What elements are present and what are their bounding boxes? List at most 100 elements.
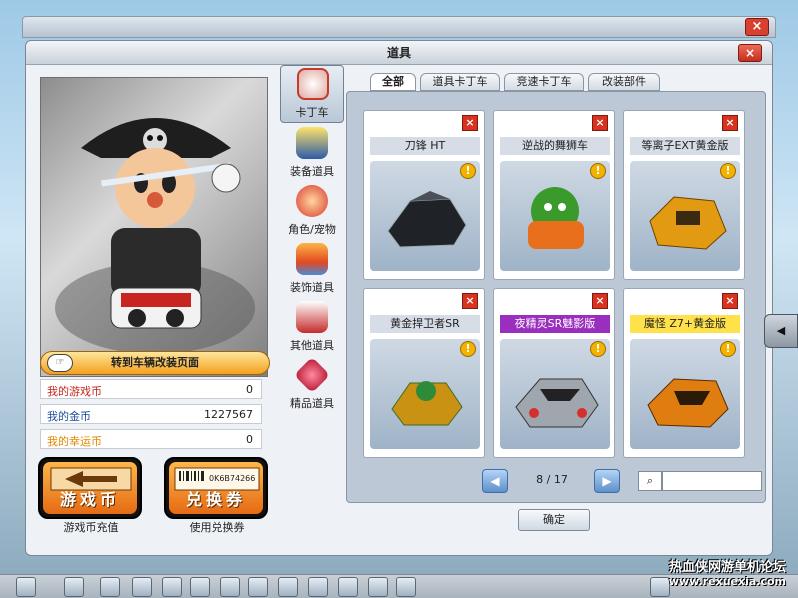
tab-item-kart[interactable]: 道具卡丁车 <box>420 73 500 91</box>
stat-label: 我的幸运币 <box>47 435 102 448</box>
category-label: 卡丁车 <box>295 106 329 119</box>
game-coin-recharge-button[interactable]: 游戏币 <box>38 457 142 519</box>
tab-all[interactable]: 全部 <box>370 73 416 91</box>
stat-gold-coin: 我的金币 1227567 <box>40 404 262 424</box>
tab-modify-parts[interactable]: 改装部件 <box>588 73 660 91</box>
flower-icon[interactable] <box>248 577 268 597</box>
stat-lucky-coin: 我的幸运币 0 <box>40 429 262 449</box>
window-close-button[interactable]: × <box>738 44 762 62</box>
kart-icon <box>297 68 329 100</box>
goto-modify-button[interactable]: ☞ 转到车辆改装页面 <box>40 351 270 375</box>
kart-night-elf-icon: ! <box>500 339 610 449</box>
item-card[interactable]: × 逆战的舞狮车 ! <box>493 110 615 280</box>
voucher-button[interactable]: 0K6B74266 兑换券 <box>164 457 268 519</box>
stat-value: 1227567 <box>204 408 253 421</box>
kart-lion-dance-icon: ! <box>500 161 610 271</box>
remove-item-button[interactable]: × <box>462 115 478 131</box>
settings-icon[interactable] <box>396 577 416 597</box>
start-icon[interactable] <box>16 577 36 597</box>
category-label: 装备道具 <box>290 165 334 178</box>
search-input[interactable] <box>662 471 762 491</box>
stat-game-coin: 我的游戏币 0 <box>40 379 262 399</box>
category-label: 其他道具 <box>290 339 334 352</box>
stat-label: 我的游戏币 <box>47 385 102 398</box>
category-equipment[interactable]: 装备道具 <box>280 125 344 183</box>
watermark-title: 热血侠网游单机论坛 <box>668 560 786 575</box>
kart-blade-ht-icon: ! <box>370 161 480 271</box>
gift-icon <box>296 301 328 333</box>
info-icon[interactable]: ! <box>720 163 736 179</box>
voucher-code: 0K6B74266 <box>209 474 256 483</box>
mail-icon[interactable] <box>278 577 298 597</box>
next-page-button[interactable]: ▶ <box>594 469 620 493</box>
kart-monster-gold-icon: ! <box>630 339 740 449</box>
item-card[interactable]: × 黄金捍卫者SR ! <box>363 288 485 458</box>
item-card[interactable]: × 夜精灵SR魅影版 ! <box>493 288 615 458</box>
page-indicator: 8 / 17 <box>536 473 568 486</box>
item-name: 黄金捍卫者SR <box>370 315 480 333</box>
remove-item-button[interactable]: × <box>722 115 738 131</box>
remove-item-button[interactable]: × <box>462 293 478 309</box>
item-card[interactable]: × 刀锋 HT ! <box>363 110 485 280</box>
info-icon[interactable]: ! <box>590 163 606 179</box>
stat-value: 0 <box>246 433 253 446</box>
home-icon[interactable] <box>132 577 152 597</box>
back-icon[interactable] <box>64 577 84 597</box>
camera-icon[interactable] <box>100 577 120 597</box>
ok-button[interactable]: 确定 <box>518 509 590 531</box>
goto-modify-label: 转到车辆改装页面 <box>111 356 199 369</box>
side-collapse-button[interactable]: ◀ <box>764 314 798 348</box>
tab-racing-kart[interactable]: 竞速卡丁车 <box>504 73 584 91</box>
chat-icon[interactable] <box>308 577 328 597</box>
category-kart[interactable]: 卡丁车 <box>280 65 344 123</box>
category-label: 精品道具 <box>290 397 334 410</box>
wrench-icon[interactable] <box>162 577 182 597</box>
search-icon[interactable]: ⌕ <box>638 471 662 491</box>
prev-page-button[interactable]: ◀ <box>482 469 508 493</box>
gem-icon <box>293 356 331 394</box>
remove-item-button[interactable]: × <box>592 293 608 309</box>
pet-icon <box>296 185 328 217</box>
items-panel: × 刀锋 HT ! × 逆战的舞狮车 ! × 等离子EXT黄金版 ! × 黄金捍… <box>346 91 766 503</box>
info-icon[interactable]: ! <box>460 341 476 357</box>
category-label: 装饰道具 <box>290 281 334 294</box>
pointing-hand-icon: ☞ <box>47 354 73 372</box>
decoration-icon <box>296 243 328 275</box>
category-decoration[interactable]: 装饰道具 <box>280 241 344 299</box>
battle-icon[interactable] <box>338 577 358 597</box>
card-icon[interactable] <box>190 577 210 597</box>
items-window: 道具 × ☞ 转到车辆改装页面 我的游戏币 0 我的金币 1227567 我的幸… <box>25 40 773 556</box>
list-icon[interactable] <box>650 577 670 597</box>
remove-item-button[interactable]: × <box>592 115 608 131</box>
game-coin-big-label: 游戏币 <box>59 490 120 509</box>
pagination: ◀ 8 / 17 ▶ <box>482 469 622 493</box>
category-label: 角色/宠物 <box>288 223 336 236</box>
category-premium[interactable]: 精品道具 <box>280 356 344 415</box>
parent-close-button[interactable]: × <box>745 18 769 36</box>
watermark: 热血侠网游单机论坛 www.rexuexia.com <box>669 556 786 588</box>
watermark-url: www.rexuexia.com <box>668 575 786 588</box>
voucher-caption: 使用兑换券 <box>189 521 245 534</box>
character-avatar <box>40 77 268 377</box>
item-card[interactable]: × 魔怪 Z7+黄金版 ! <box>623 288 745 458</box>
item-name: 魔怪 Z7+黄金版 <box>630 315 740 333</box>
gift-box-icon[interactable] <box>220 577 240 597</box>
equipment-icon <box>296 127 328 159</box>
stat-value: 0 <box>246 383 253 396</box>
item-card[interactable]: × 等离子EXT黄金版 ! <box>623 110 745 280</box>
info-icon[interactable]: ! <box>720 341 736 357</box>
category-other[interactable]: 其他道具 <box>280 299 344 357</box>
kart-plasma-gold-icon: ! <box>630 161 740 271</box>
parent-window-titlebar <box>22 16 776 38</box>
category-pet[interactable]: 角色/宠物 <box>280 183 344 241</box>
info-icon[interactable]: ! <box>590 341 606 357</box>
info-icon[interactable]: ! <box>460 163 476 179</box>
item-name: 刀锋 HT <box>370 137 480 155</box>
remove-item-button[interactable]: × <box>722 293 738 309</box>
kart-golden-guardian-icon: ! <box>370 339 480 449</box>
item-name: 逆战的舞狮车 <box>500 137 610 155</box>
window-title: 道具 <box>26 41 772 65</box>
shop-icon[interactable] <box>368 577 388 597</box>
item-name: 夜精灵SR魅影版 <box>500 315 610 333</box>
character-illustration <box>55 118 255 354</box>
